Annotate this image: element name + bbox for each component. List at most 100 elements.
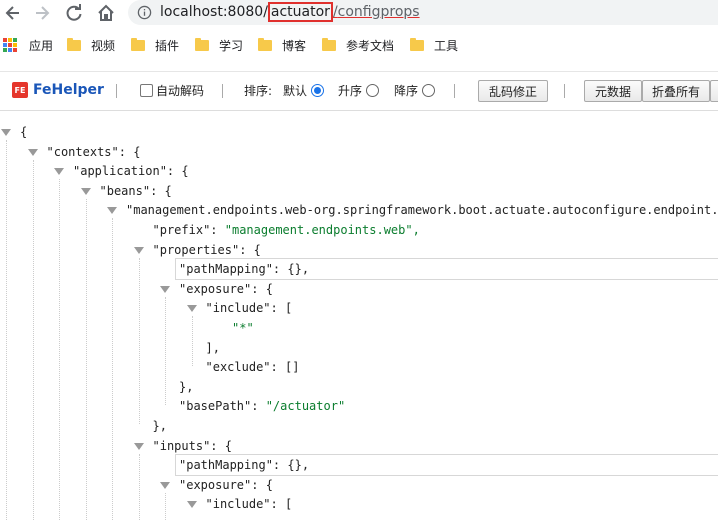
sort-asc-radio[interactable] (366, 84, 380, 97)
json-value: { (217, 438, 232, 453)
json-line[interactable]: { (20, 122, 27, 142)
indent-guide (112, 218, 114, 520)
divider (116, 84, 117, 98)
json-key: "beans": (99, 183, 158, 198)
json-value: {}, (280, 458, 310, 473)
bookmark-label: 插件 (155, 38, 180, 53)
json-line[interactable]: "exposure": { (179, 475, 273, 495)
bookmark-label: 工具 (434, 38, 459, 53)
json-value: { (125, 144, 141, 159)
json-line[interactable]: "prefix": "management.endpoints.web", (153, 220, 420, 240)
json-line[interactable]: "exposure": { (179, 279, 273, 299)
bookmark-folder-tools[interactable]: 工具 (410, 36, 458, 54)
json-value: }, (179, 379, 194, 394)
json-key: "pathMapping": (179, 262, 281, 277)
json-key: "exposure": (179, 281, 259, 296)
json-value: { (20, 125, 28, 139)
expand-toggle-icon[interactable] (160, 481, 170, 489)
json-value: "/actuator" (258, 399, 346, 414)
json-line[interactable]: "properties": { (153, 240, 261, 260)
info-icon[interactable] (137, 5, 152, 20)
expand-toggle-icon[interactable] (133, 442, 144, 450)
bookmark-apps[interactable]: 应用 (3, 36, 53, 54)
url-text[interactable]: localhost:8080/actuator/configprops (160, 2, 420, 22)
expand-toggle-icon[interactable] (1, 129, 11, 136)
json-line[interactable]: "application": { (73, 161, 189, 181)
fehelper-logo-text: FeHelper (33, 82, 104, 98)
indent-guide (165, 296, 167, 405)
json-line[interactable]: "beans": { (100, 181, 172, 201)
json-key: "include": (205, 497, 278, 512)
back-arrow-icon[interactable] (3, 3, 23, 23)
expand-toggle-icon[interactable] (27, 148, 38, 156)
bookmark-folder-plugins[interactable]: 插件 (131, 36, 179, 54)
expand-toggle-icon[interactable] (54, 168, 64, 176)
fix-garbled-button[interactable]: 乱码修正 (478, 80, 548, 102)
json-line[interactable]: "include": [ (206, 298, 293, 318)
json-key: "basePath": (179, 399, 259, 414)
expand-toggle-icon[interactable] (186, 305, 197, 313)
folder-icon (131, 37, 145, 51)
metadata-button[interactable]: 元数据 (584, 80, 642, 102)
collapse-all-button[interactable]: 折叠所有 (642, 80, 710, 102)
json-line[interactable]: "include": [ (206, 494, 293, 514)
sort-desc-option[interactable]: 降序 (394, 82, 436, 99)
json-line[interactable]: ], (206, 338, 220, 358)
bookmark-folder-docs[interactable]: 参考文档 (322, 36, 394, 54)
json-line[interactable]: "inputs": { (153, 436, 232, 456)
sort-default-radio[interactable] (311, 84, 325, 97)
sort-label: 排序: (244, 82, 272, 99)
address-bar[interactable]: localhost:8080/actuator/configprops (128, 0, 718, 25)
json-line[interactable]: }, (179, 377, 193, 397)
checkbox-box[interactable] (140, 84, 153, 97)
expand-toggle-icon[interactable] (186, 501, 197, 509)
json-line[interactable]: "exclude": [] (206, 357, 300, 377)
indent-guide (191, 316, 194, 366)
bookmark-label: 博客 (282, 38, 307, 53)
fehelper-toolbar: FE FeHelper 自动解码 排序: 默认 升序 降序 乱码修正 元数据 折… (0, 71, 718, 111)
bookmark-folder-blog[interactable]: 博客 (258, 36, 306, 54)
bookmarks-bar: 应用 视频 插件 学习 博客 参考文档 工具 (0, 33, 718, 57)
sort-asc-option[interactable]: 升序 (338, 82, 380, 99)
json-line[interactable]: }, (153, 416, 167, 436)
divider (222, 84, 223, 98)
json-line[interactable]: "contexts": { (47, 142, 141, 162)
indent-guide (138, 257, 141, 425)
json-line[interactable]: "*" (232, 318, 254, 338)
sort-default-option[interactable]: 默认 (283, 82, 325, 99)
json-line[interactable]: "basePath": "/actuator" (179, 396, 345, 416)
sort-desc-label: 降序 (394, 84, 419, 98)
json-line[interactable]: "pathMapping": {}, (179, 259, 309, 279)
json-tree: {"contexts": {"application": {"beans": {… (0, 110, 718, 520)
expand-toggle-icon[interactable] (160, 285, 170, 293)
bookmark-label: 参考文档 (346, 38, 395, 53)
more-button[interactable] (710, 80, 718, 102)
divider (564, 84, 565, 98)
json-line[interactable]: "management.endpoints.web-org.springfram… (126, 200, 718, 220)
expand-toggle-icon[interactable] (80, 187, 91, 195)
json-value: }, (152, 419, 167, 433)
json-key: "properties": (152, 242, 247, 257)
folder-icon (322, 37, 336, 51)
forward-arrow-icon[interactable] (32, 3, 52, 23)
json-value: { (258, 281, 273, 296)
bookmark-folder-study[interactable]: 学习 (195, 36, 243, 54)
json-line[interactable]: "pathMapping": {}, (179, 455, 309, 475)
sort-desc-radio[interactable] (422, 84, 436, 97)
url-host: localhost:8080/ (160, 4, 268, 20)
bookmark-folder-video[interactable]: 视频 (67, 36, 115, 54)
expand-toggle-icon[interactable] (133, 246, 144, 254)
bookmark-label: 应用 (29, 38, 54, 53)
home-icon[interactable] (96, 3, 116, 23)
indent-guide (6, 140, 8, 520)
fehelper-logo-icon: FE (12, 82, 28, 98)
json-value: "management.endpoints.web", (217, 223, 420, 237)
url-path-actuator: actuator (267, 2, 333, 22)
folder-icon (67, 37, 81, 51)
json-key: "pathMapping": (179, 458, 281, 473)
sort-label-text: 排序: (244, 84, 273, 98)
sort-default-label: 默认 (283, 84, 308, 98)
auto-decode-checkbox[interactable]: 自动解码 (140, 82, 204, 99)
expand-toggle-icon[interactable] (107, 207, 117, 215)
reload-icon[interactable] (64, 3, 84, 23)
